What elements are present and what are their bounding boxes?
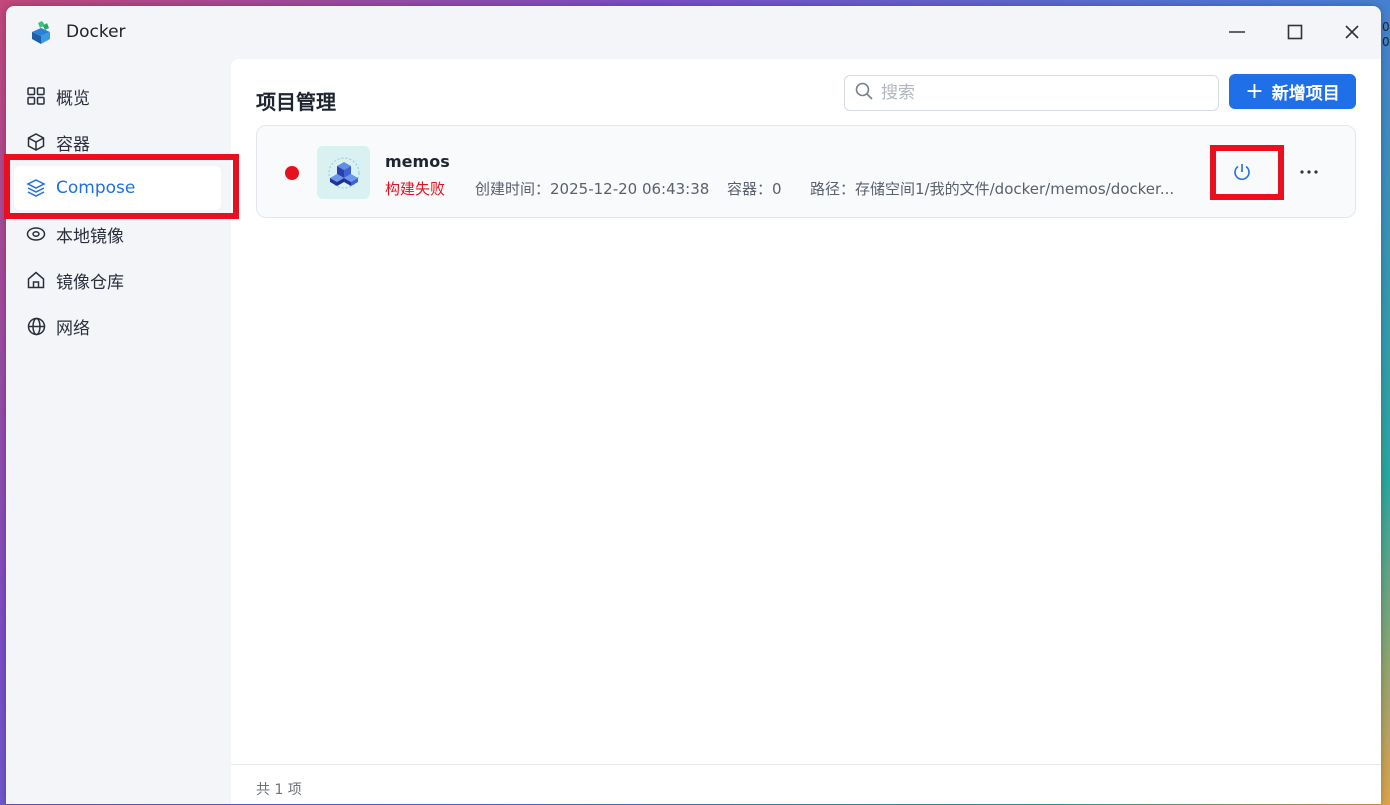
disc-icon [26,224,46,244]
sidebar-item-label: 本地镜像 [56,226,124,247]
item-count: 共 1 项 [256,782,302,798]
containers-value: 0 [772,180,782,198]
path-label: 路径： [810,180,856,198]
edge-text-line: 0 [1382,35,1390,49]
edge-clipped-text: 0 0 [1382,20,1390,50]
maximize-button[interactable] [1283,20,1307,44]
home-icon [26,270,46,290]
close-icon [1345,25,1359,39]
path-value: 存储空间1/我的文件/docker/memos/docker... [855,180,1175,198]
project-card[interactable]: memos 构建失败 创建时间：2025-12-20 06:43:38 容器：0… [256,125,1356,218]
close-button[interactable] [1340,20,1364,44]
docker-logo-icon [28,20,54,46]
sidebar-item-network[interactable]: 网络 [14,304,221,348]
sidebar-item-label: 镜像仓库 [56,272,124,293]
grid-icon [26,86,46,106]
created-value: 2025-12-20 06:43:38 [550,180,710,198]
minimize-button[interactable] [1225,20,1249,44]
sidebar-item-label: 网络 [56,318,90,339]
title-bar: Docker [6,6,1381,58]
sidebar-item-registry[interactable]: 镜像仓库 [14,258,221,302]
start-project-button[interactable] [1222,152,1262,192]
power-icon [1234,164,1250,180]
sidebar-item-label: 概览 [56,88,90,109]
compose-project-icon [317,146,370,199]
sidebar-item-local-images[interactable]: 本地镜像 [14,212,221,256]
containers-label: 容器： [727,180,773,198]
main-panel: 项目管理 + 新增项目 [231,59,1381,804]
sidebar-item-compose[interactable]: Compose [14,166,221,210]
edge-text-line: 0 [1382,20,1390,34]
project-name[interactable]: memos [385,152,450,171]
docker-window: Docker 概览 容器 Compose 本地镜像 镜像仓库 网络 项目管理 搜… [6,6,1381,804]
status-dot [285,166,299,180]
footer-divider [231,764,1381,765]
project-path: 路径：存储空间1/我的文件/docker/memos/docker... [810,178,1174,199]
search-input[interactable] [881,83,1201,103]
add-project-button[interactable]: + 新增项目 [1229,74,1356,109]
cube-icon [26,132,46,152]
more-actions-button[interactable] [1289,152,1329,192]
sidebar-item-overview[interactable]: 概览 [14,74,221,118]
project-created: 创建时间：2025-12-20 06:43:38 [475,178,709,199]
minimize-icon [1229,31,1245,33]
project-status: 构建失败 [385,180,446,198]
search-box[interactable] [844,75,1219,111]
layers-icon [26,178,46,198]
add-project-label: 新增项目 [1271,84,1340,104]
plus-icon: + [1245,78,1264,104]
maximize-icon [1287,24,1303,40]
page-title: 项目管理 [256,90,336,114]
project-containers: 容器：0 [727,178,782,199]
search-icon [855,82,873,104]
sidebar-item-label: Compose [56,178,136,198]
sidebar-item-containers[interactable]: 容器 [14,120,221,164]
sidebar-item-label: 容器 [56,134,90,155]
app-title: Docker [66,22,126,42]
globe-icon [26,316,46,336]
more-icon [1300,170,1318,174]
created-label: 创建时间： [475,180,551,198]
